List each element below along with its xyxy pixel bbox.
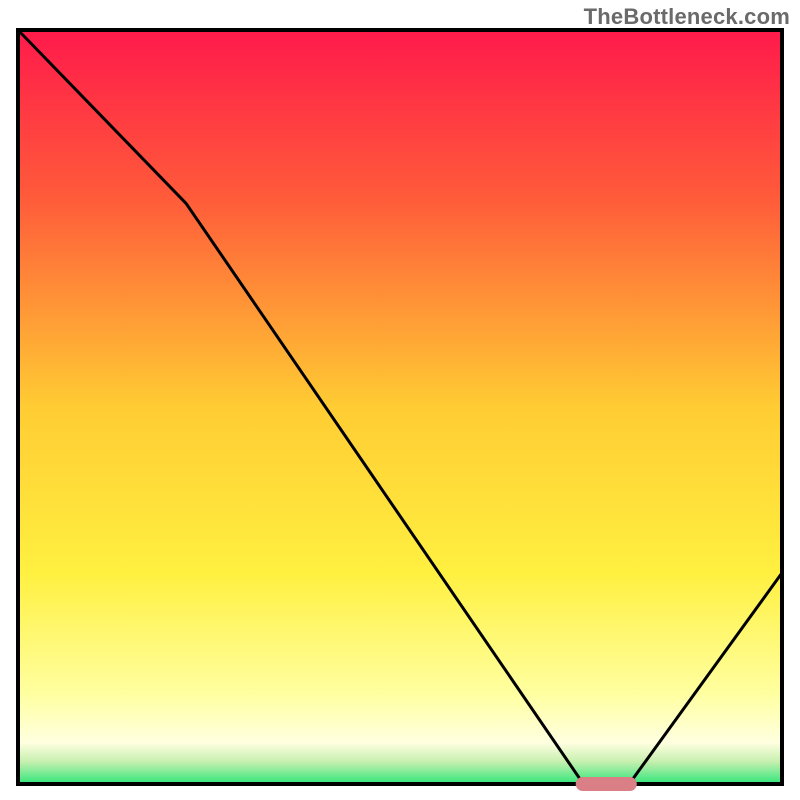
plot-area <box>18 30 782 784</box>
bottleneck-chart <box>0 0 800 800</box>
plot-background <box>18 30 782 784</box>
chart-container: TheBottleneck.com <box>0 0 800 800</box>
optimal-range-marker <box>576 777 637 791</box>
watermark-text: TheBottleneck.com <box>584 4 790 30</box>
